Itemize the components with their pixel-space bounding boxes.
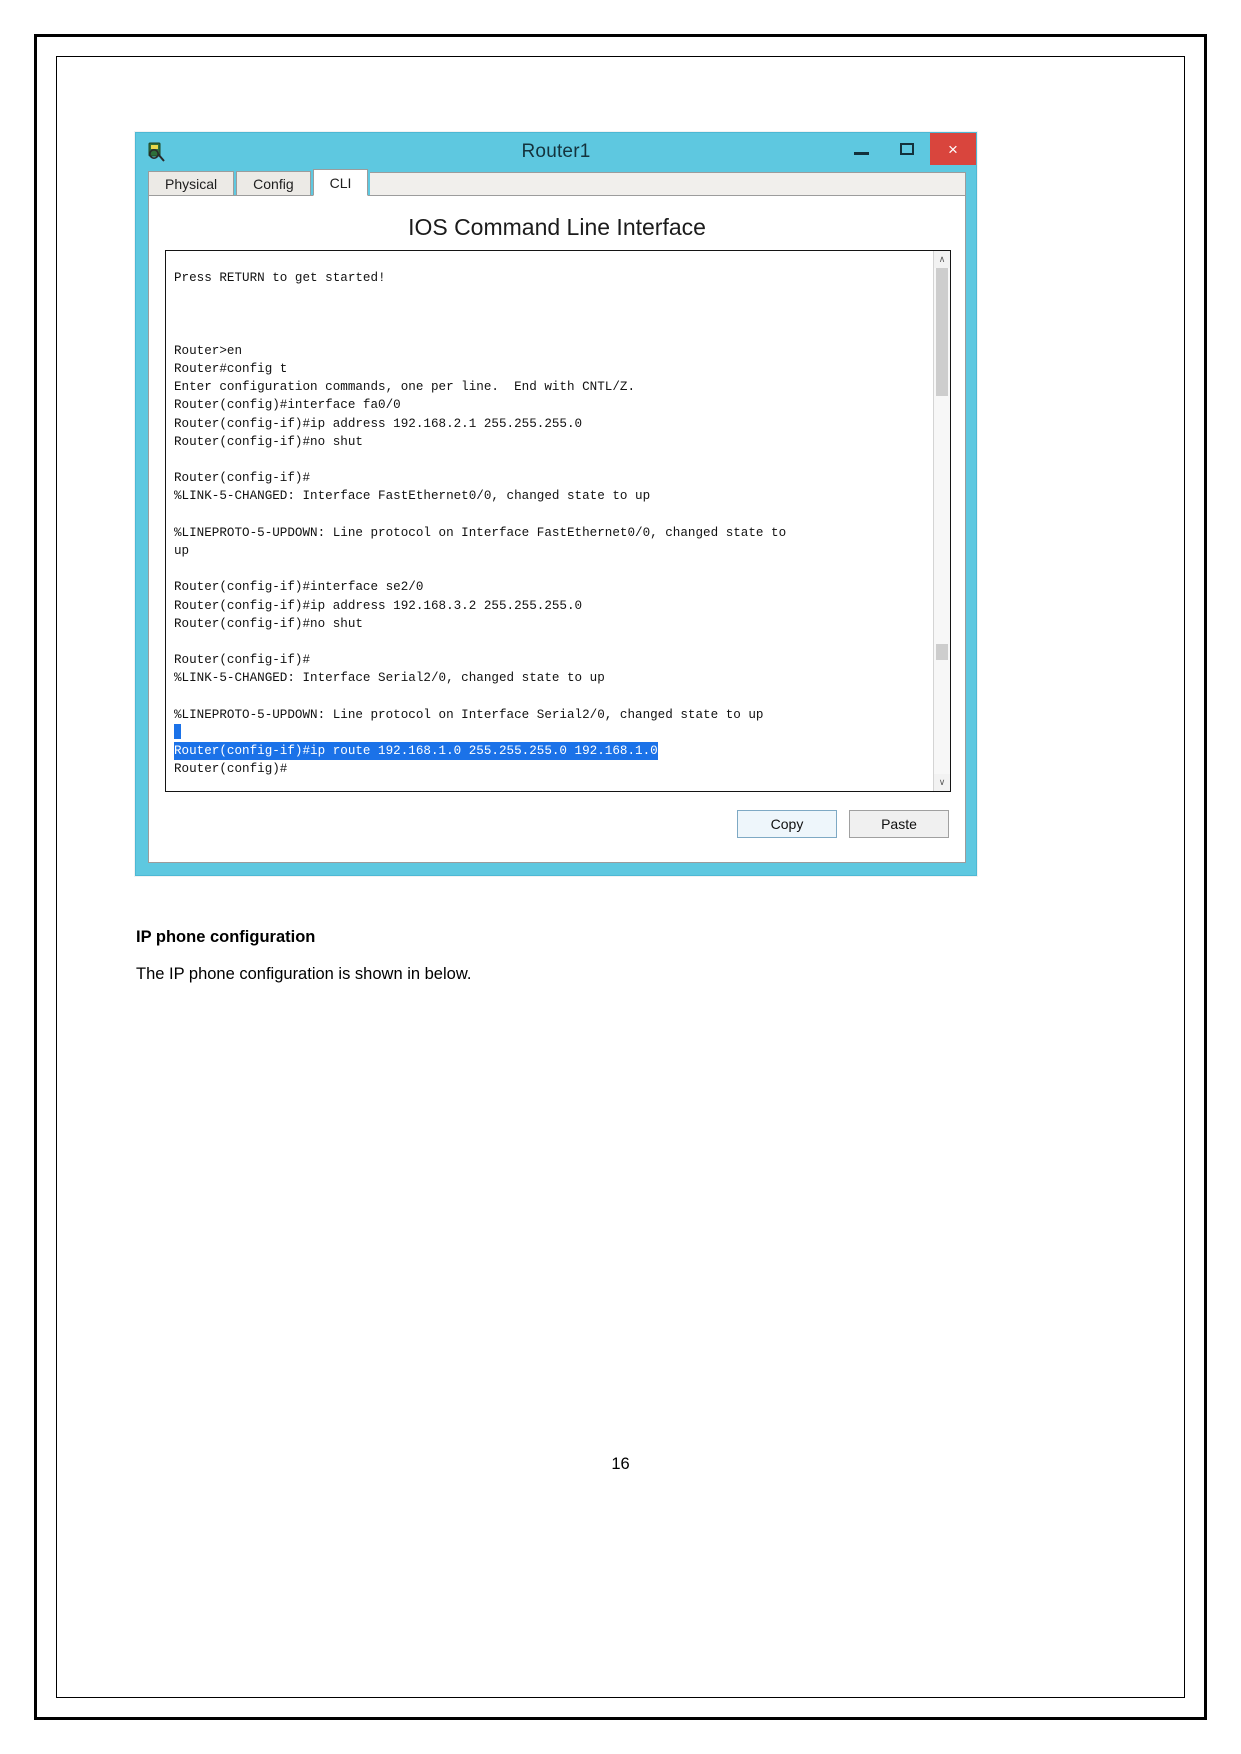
router-window: Router1 × Physical Config CLI IOS Comman… (135, 132, 977, 876)
close-button[interactable]: × (930, 133, 976, 165)
scrollbar-thumb-secondary[interactable] (936, 644, 948, 660)
terminal-container: Press RETURN to get started! Router>en Ro… (165, 250, 951, 792)
terminal-line: Router(config-if)#ip address 192.168.3.2… (174, 598, 583, 613)
section-paragraph: The IP phone configuration is shown in b… (136, 965, 472, 983)
terminal-line: Router(config-if)# (174, 653, 311, 668)
terminal-line (174, 724, 925, 742)
terminal-line: Router(config-if)#no shut (174, 434, 363, 449)
terminal-line: Enter configuration commands, one per li… (174, 380, 636, 395)
terminal-line: Router>en (174, 343, 243, 358)
tab-strip-filler (370, 172, 966, 196)
section-heading: IP phone configuration (136, 928, 316, 946)
minimize-icon (853, 151, 869, 155)
terminal-line: %LINK-5-CHANGED: Interface Serial2/0, ch… (174, 671, 605, 686)
cli-heading: IOS Command Line Interface (408, 214, 706, 240)
terminal-line: Router(config)#interface fa0/0 (174, 398, 401, 413)
maximize-icon (900, 143, 914, 155)
tab-config[interactable]: Config (236, 171, 311, 196)
terminal-line: %LINK-5-CHANGED: Interface FastEthernet0… (174, 489, 651, 504)
tab-cli-label: CLI (329, 174, 352, 191)
scroll-up-icon[interactable]: ∧ (934, 251, 950, 268)
terminal-line: Press RETURN to get started! (174, 271, 386, 285)
terminal-line: Router(config-if)#interface se2/0 (174, 580, 424, 595)
terminal-line: %LINEPROTO-5-UPDOWN: Line protocol on In… (174, 525, 787, 540)
tab-physical-label: Physical (165, 176, 218, 192)
terminal-line: Router#config t (174, 362, 288, 377)
terminal-line: Router(config)# (174, 762, 288, 777)
terminal-line: Router(config-if)# (174, 471, 311, 486)
text-cursor (174, 724, 181, 740)
cli-panel: IOS Command Line Interface Press RETURN … (148, 195, 966, 863)
terminal-line: up (174, 544, 190, 559)
terminal-line: Router(config-if)#ip address 192.168.2.1… (174, 416, 583, 431)
tab-strip: Physical Config CLI (148, 169, 966, 196)
window-titlebar[interactable]: Router1 × (136, 133, 976, 171)
scrollbar-track[interactable] (934, 268, 950, 774)
paste-button[interactable]: Paste (849, 810, 949, 838)
scrollbar-thumb[interactable] (936, 268, 948, 396)
terminal-line-selected: Router(config-if)#ip route 192.168.1.0 2… (174, 742, 658, 761)
maximize-button[interactable] (884, 133, 930, 165)
terminal-output[interactable]: Press RETURN to get started! Router>en Ro… (166, 251, 933, 791)
terminal-scrollbar[interactable]: ∧ ∨ (933, 251, 950, 791)
terminal-line: Router(config-if)#no shut (174, 616, 363, 631)
scroll-down-icon[interactable]: ∨ (934, 774, 950, 791)
close-icon: × (948, 139, 958, 159)
copy-button[interactable]: Copy (737, 810, 837, 838)
tab-physical[interactable]: Physical (148, 171, 235, 196)
cli-button-row: Copy Paste (737, 810, 949, 838)
document-page: Router1 × Physical Config CLI IOS Comman… (0, 0, 1241, 1754)
minimize-button[interactable] (838, 133, 884, 165)
window-controls: × (838, 133, 976, 165)
tab-cli[interactable]: CLI (312, 169, 369, 196)
tab-config-label: Config (253, 176, 294, 192)
terminal-line: %LINEPROTO-5-UPDOWN: Line protocol on In… (174, 707, 764, 722)
terminal-line: Router(config-if)#ip route 192.168.1.0 2… (174, 742, 925, 761)
page-number: 16 (611, 1455, 630, 1473)
router-device-icon (146, 141, 168, 163)
